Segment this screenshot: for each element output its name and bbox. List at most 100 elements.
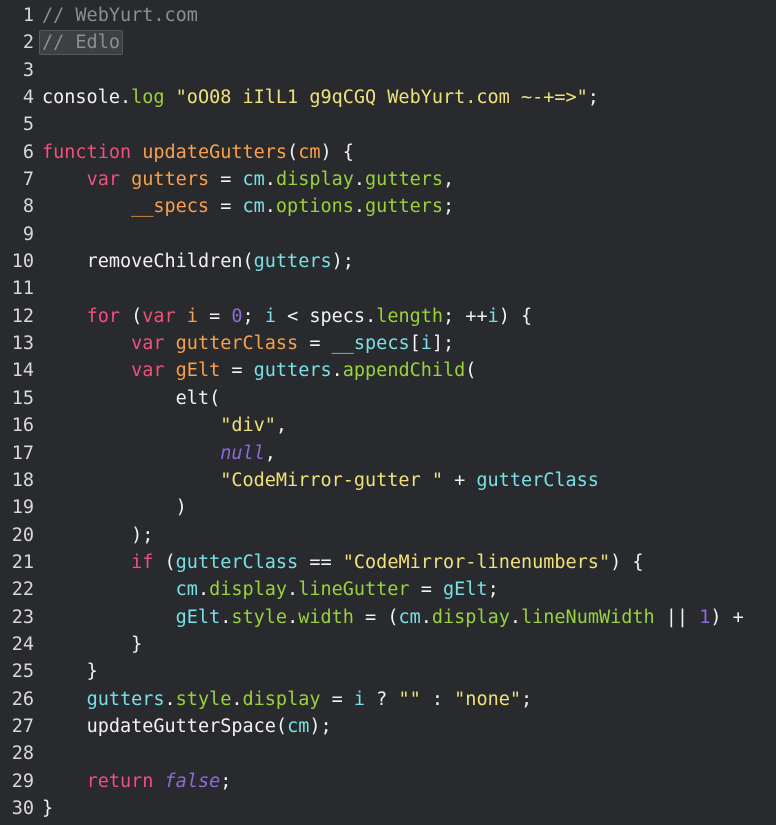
code-line[interactable]: 2// Edlo [0, 29, 776, 56]
code-line[interactable]: 5 [0, 111, 776, 138]
code-line[interactable]: 8 __specs = cm.options.gutters; [0, 193, 776, 220]
line-content[interactable]: ); [34, 522, 776, 549]
line-content[interactable]: // Edlo [34, 29, 776, 56]
line-content[interactable]: } [34, 795, 776, 822]
line-content[interactable]: if (gutterClass == "CodeMirror-linenumbe… [34, 549, 776, 576]
code-token: gutters [253, 251, 332, 273]
code-token: ( [387, 606, 399, 628]
code-line[interactable]: 9 [0, 221, 776, 248]
line-number: 20 [11, 524, 34, 546]
line-content[interactable]: "div", [34, 412, 776, 439]
code-token: ( [209, 387, 221, 409]
code-line[interactable]: 29 return false; [0, 768, 776, 795]
code-line[interactable]: 6 function updateGutters(cm) { [0, 139, 776, 166]
code-token: . [353, 196, 366, 218]
code-line[interactable]: 4 console.log "oO08 iIlL1 g9qCGQ WebYurt.… [0, 84, 776, 111]
code-token: display [242, 688, 321, 710]
code-token: console [42, 87, 120, 109]
code-token: ( [242, 251, 254, 273]
code-line[interactable]: 23 gElt.style.width = (cm.display.lineNu… [0, 604, 776, 631]
code-token: , [264, 442, 276, 464]
line-content[interactable]: removeChildren(gutters); [34, 248, 776, 275]
line-content[interactable]: gElt.style.width = (cm.display.lineNumWi… [34, 604, 776, 631]
code-line[interactable]: 10 removeChildren(gutters); [0, 248, 776, 275]
code-line[interactable]: 17 null, [0, 440, 776, 467]
code-line[interactable]: 25 } [0, 658, 776, 685]
code-line[interactable]: 21 if (gutterClass == "CodeMirror-linenu… [0, 549, 776, 576]
code-token: i [264, 305, 276, 327]
line-content[interactable]: updateGutterSpace(cm); [34, 713, 776, 740]
code-line[interactable]: 24 } [0, 631, 776, 658]
line-content[interactable]: function updateGutters(cm) { [34, 139, 776, 166]
code-line[interactable]: 15 elt( [0, 385, 776, 412]
code-line[interactable]: 26 gutters.style.display = i ? "" : "non… [0, 686, 776, 713]
line-content[interactable]: var gutters = cm.display.gutters, [34, 166, 776, 193]
line-content[interactable]: console.log "oO08 iIlL1 g9qCGQ WebYurt.c… [34, 84, 776, 111]
line-content[interactable]: __specs = cm.options.gutters; [34, 193, 776, 220]
line-content[interactable]: } [34, 631, 776, 658]
line-content[interactable]: var gElt = gutters.appendChild( [34, 357, 776, 384]
code-line[interactable]: 18 "CodeMirror-gutter " + gutterClass [0, 467, 776, 494]
line-number: 21 [11, 551, 34, 573]
code-line[interactable]: 28 [0, 740, 776, 767]
code-line[interactable]: 7 var gutters = cm.display.gutters, [0, 166, 776, 193]
line-content[interactable]: var gutterClass = __specs[i]; [34, 330, 776, 357]
code-token: __specs [331, 333, 410, 355]
code-token: . [287, 606, 299, 628]
code-token: ( [131, 305, 143, 327]
code-line[interactable]: 20 ); [0, 522, 776, 549]
code-token: . [231, 688, 243, 710]
code-token: style [175, 688, 232, 710]
code-token: elt [175, 387, 210, 409]
code-line[interactable]: 19 ) [0, 494, 776, 521]
code-line[interactable]: 1 // WebYurt.com [0, 2, 776, 29]
line-content[interactable]: } [34, 658, 776, 685]
code-line[interactable]: 22 cm.display.lineGutter = gElt; [0, 576, 776, 603]
code-token: gutters [86, 688, 165, 710]
code-line[interactable]: 12 for (var i = 0; i < specs.length; ++i… [0, 303, 776, 330]
code-token: . [164, 688, 176, 710]
code-token: . [365, 305, 377, 327]
code-line[interactable]: 14 var gElt = gutters.appendChild( [0, 357, 776, 384]
code-token: gutters [253, 360, 332, 382]
line-content[interactable]: return false; [34, 768, 776, 795]
line-number: 4 [22, 87, 34, 109]
code-line[interactable]: 27 updateGutterSpace(cm); [0, 713, 776, 740]
code-token: ) [175, 497, 187, 519]
code-token: ; [220, 770, 232, 792]
line-content[interactable]: gutters.style.display = i ? "" : "none"; [34, 686, 776, 713]
line-content[interactable]: elt( [34, 385, 776, 412]
code-line[interactable]: 16 "div", [0, 412, 776, 439]
code-line[interactable]: 30} [0, 795, 776, 822]
code-token: : [420, 688, 455, 710]
code-token: gutterClass [175, 551, 299, 573]
code-token: } [42, 797, 54, 819]
code-token: log [131, 87, 165, 109]
code-editor[interactable]: 1// WebYurt.com 2// Edlo 3 4 console.log "oO… [0, 0, 776, 825]
code-token: ) [320, 141, 332, 163]
line-content[interactable]: // WebYurt.com [34, 2, 776, 29]
code-token: gElt [175, 606, 221, 628]
line-content[interactable]: "CodeMirror-gutter " + gutterClass [34, 467, 776, 494]
line-content[interactable]: ) [34, 494, 776, 521]
line-number: 6 [22, 141, 34, 163]
code-line[interactable]: 11 [0, 275, 776, 302]
code-token: removeChildren [86, 251, 243, 273]
code-line[interactable]: 13 var gutterClass = __specs[i]; [0, 330, 776, 357]
line-number: 14 [11, 360, 34, 382]
code-token: cm [398, 606, 421, 628]
line-content[interactable]: null, [34, 440, 776, 467]
code-line[interactable]: 3 [0, 57, 776, 84]
line-content[interactable]: cm.display.lineGutter = gElt; [34, 576, 776, 603]
code-lines-container[interactable]: 1// WebYurt.com 2// Edlo 3 4 console.log "oO… [0, 2, 776, 822]
code-token: updateGutters [142, 141, 288, 163]
line-content[interactable]: for (var i = 0; i < specs.length; ++i) { [34, 303, 776, 330]
